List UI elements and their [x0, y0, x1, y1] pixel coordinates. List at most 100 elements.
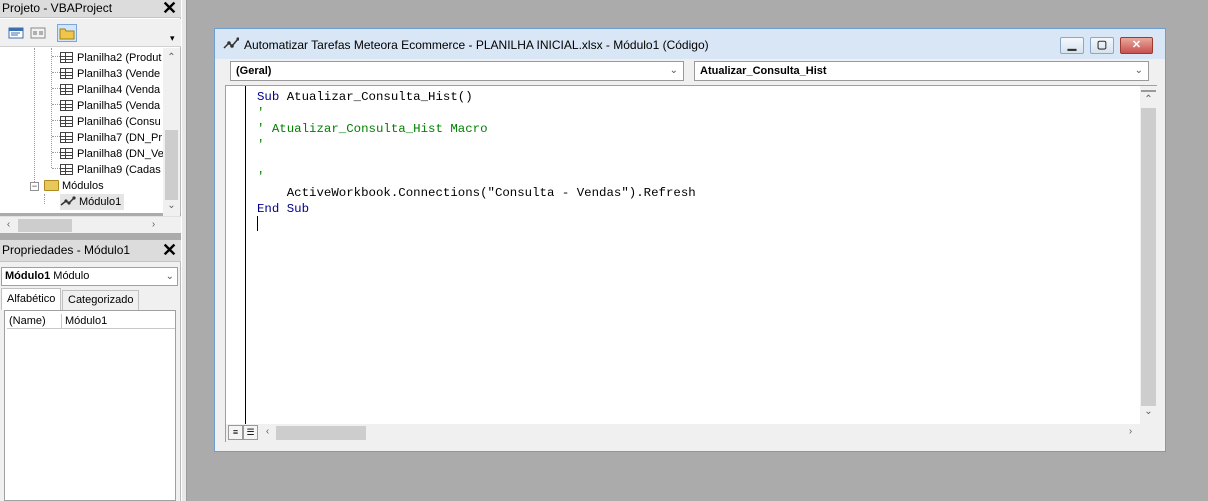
- chevron-down-icon: ⌄: [1134, 65, 1143, 76]
- restore-button[interactable]: ▢: [1090, 37, 1114, 54]
- tree-item-module1[interactable]: Módulo1: [60, 194, 125, 210]
- tree-item-label: Planilha7 (DN_Pr: [77, 132, 162, 144]
- code-window-title-bar: Automatizar Tarefas Meteora Ecommerce - …: [215, 29, 1165, 59]
- code-line: Sub Atualizar_Consulta_Hist(): [257, 89, 696, 105]
- minimize-icon: ▁: [1067, 39, 1077, 51]
- scroll-thumb[interactable]: [1141, 108, 1156, 406]
- procedure-combo[interactable]: Atualizar_Consulta_Hist ⌄: [694, 61, 1149, 81]
- tree-item-label: Planilha6 (Consu: [77, 116, 161, 128]
- scroll-thumb[interactable]: [276, 426, 366, 440]
- worksheet-icon: [60, 148, 73, 159]
- tree-item-label: Planilha3 (Vende: [77, 68, 161, 80]
- tree-item-label: Módulos: [62, 180, 104, 192]
- breakpoint-margin[interactable]: [226, 86, 246, 424]
- worksheet-icon: [60, 116, 73, 127]
- tree-item-label: Planilha5 (Venda: [77, 100, 161, 112]
- project-explorer-title: Projeto - VBAProject: [2, 1, 113, 15]
- property-value[interactable]: Módulo1: [64, 314, 107, 328]
- properties-panel: Propriedades - Módulo1 ✕ Módulo1 Módulo …: [0, 240, 181, 501]
- object-type: Módulo: [53, 270, 90, 282]
- scroll-thumb[interactable]: [18, 219, 72, 232]
- chevron-down-icon[interactable]: ⌄: [1140, 406, 1157, 417]
- worksheet-icon: [60, 68, 73, 79]
- tree-item-label: Módulo1: [79, 196, 122, 208]
- text-caret: [257, 216, 258, 231]
- property-key: (Name): [8, 314, 62, 329]
- object-combo[interactable]: (Geral) ⌄: [230, 61, 684, 81]
- code-token: Atualizar_Consulta_Hist(): [279, 90, 473, 104]
- close-button[interactable]: ✕: [1120, 37, 1153, 54]
- worksheet-icon: [60, 132, 73, 143]
- code-window: Automatizar Tarefas Meteora Ecommerce - …: [214, 28, 1166, 452]
- properties-title-bar: Propriedades - Módulo1 ✕: [0, 240, 181, 262]
- open-folder-icon: [44, 180, 59, 191]
- object-name: Módulo1: [5, 270, 51, 282]
- chevron-right-icon[interactable]: ›: [145, 219, 162, 230]
- properties-close-button[interactable]: ✕: [161, 241, 178, 259]
- code-text[interactable]: Sub Atualizar_Consulta_Hist() ' ' Atuali…: [257, 89, 696, 217]
- project-tree-horizontal-scrollbar[interactable]: ‹ ›: [0, 216, 181, 233]
- split-bar[interactable]: [1141, 86, 1156, 92]
- folder-icon: [59, 28, 75, 40]
- module-icon: [223, 37, 239, 49]
- chevron-down-icon: ⌄: [669, 65, 678, 76]
- code-editor[interactable]: Sub Atualizar_Consulta_Hist() ' ' Atuali…: [225, 85, 1157, 442]
- chevron-left-icon[interactable]: ‹: [0, 219, 17, 230]
- editor-vertical-scrollbar[interactable]: ⌃ ⌄: [1140, 86, 1157, 424]
- tree-item-modules-folder[interactable]: Módulos: [44, 178, 104, 194]
- toolbar-overflow-icon[interactable]: ▾: [170, 33, 175, 44]
- properties-grid: (Name) Módulo1: [4, 310, 176, 501]
- tree-item-sheet[interactable]: Planilha3 (Vende: [52, 66, 160, 82]
- properties-title: Propriedades - Módulo1: [2, 243, 131, 257]
- panel-splitter[interactable]: [181, 0, 187, 501]
- minimize-button[interactable]: ▁: [1060, 37, 1084, 54]
- worksheet-icon: [60, 52, 73, 63]
- tree-item-sheet[interactable]: Planilha9 (Cadas: [52, 162, 161, 178]
- tree-item-sheet[interactable]: Planilha6 (Consu: [52, 114, 161, 130]
- tree-item-sheet[interactable]: Planilha4 (Venda: [52, 82, 160, 98]
- tree-item-label: Planilha8 (DN_Ve: [77, 148, 163, 160]
- view-code-icon: [8, 27, 24, 39]
- object-selector[interactable]: Módulo1 Módulo ⌄: [1, 267, 178, 286]
- object-combo-value: (Geral): [236, 65, 272, 77]
- tree-item-sheet[interactable]: Planilha7 (DN_Pr: [52, 130, 162, 146]
- tab-alfabetico[interactable]: Alfabético: [1, 288, 62, 310]
- tree-item-sheet[interactable]: Planilha8 (DN_Ve: [52, 146, 163, 162]
- full-module-view-button[interactable]: ☰: [243, 425, 258, 440]
- tree-item-label: Planilha9 (Cadas: [77, 164, 161, 176]
- procedure-view-icon: ≡: [232, 427, 239, 437]
- collapse-modules-toggle[interactable]: −: [30, 182, 39, 191]
- tree-item-sheet[interactable]: Planilha2 (Produt: [52, 50, 161, 66]
- code-line: ' Atualizar_Consulta_Hist Macro: [257, 122, 488, 136]
- close-icon: ✕: [1131, 39, 1142, 51]
- editor-horizontal-scrollbar[interactable]: ≡ ☰ ‹ ›: [226, 424, 1157, 442]
- chevron-down-icon: ⌄: [165, 271, 174, 282]
- chevron-left-icon[interactable]: ‹: [259, 426, 276, 437]
- tree-item-label: Planilha2 (Produt: [77, 52, 162, 64]
- tree-item-sheet[interactable]: Planilha5 (Venda: [52, 98, 160, 114]
- property-row[interactable]: (Name) Módulo1: [7, 314, 175, 329]
- chevron-up-icon[interactable]: ⌃: [163, 52, 180, 63]
- project-explorer-close-button[interactable]: ✕: [161, 0, 178, 17]
- view-code-button[interactable]: [6, 24, 26, 42]
- view-object-button[interactable]: [28, 24, 48, 42]
- module-icon: [60, 196, 76, 206]
- view-object-icon: [30, 27, 46, 39]
- code-line: ActiveWorkbook.Connections("Consulta - V…: [257, 186, 696, 200]
- chevron-up-icon[interactable]: ⌃: [1140, 94, 1157, 105]
- tab-categorizado[interactable]: Categorizado: [62, 290, 140, 310]
- procedure-view-button[interactable]: ≡: [228, 425, 243, 440]
- project-explorer-title-bar: Projeto - VBAProject ✕: [0, 0, 181, 18]
- scroll-thumb[interactable]: [165, 130, 178, 200]
- worksheet-icon: [60, 100, 73, 111]
- project-tree-vertical-scrollbar[interactable]: ⌃ ⌄: [163, 48, 180, 216]
- project-explorer-panel: Projeto - VBAProject ✕ ▾ Planilha2 (Prod…: [0, 0, 181, 216]
- chevron-down-icon[interactable]: ⌄: [163, 200, 180, 211]
- chevron-right-icon[interactable]: ›: [1122, 426, 1139, 437]
- restore-icon: ▢: [1096, 39, 1108, 51]
- project-tree: Planilha2 (Produt Planilha3 (Vende Plani…: [0, 48, 163, 213]
- code-line: ': [257, 170, 265, 184]
- code-window-title: Automatizar Tarefas Meteora Ecommerce - …: [244, 38, 709, 52]
- toggle-folders-button[interactable]: [57, 24, 77, 42]
